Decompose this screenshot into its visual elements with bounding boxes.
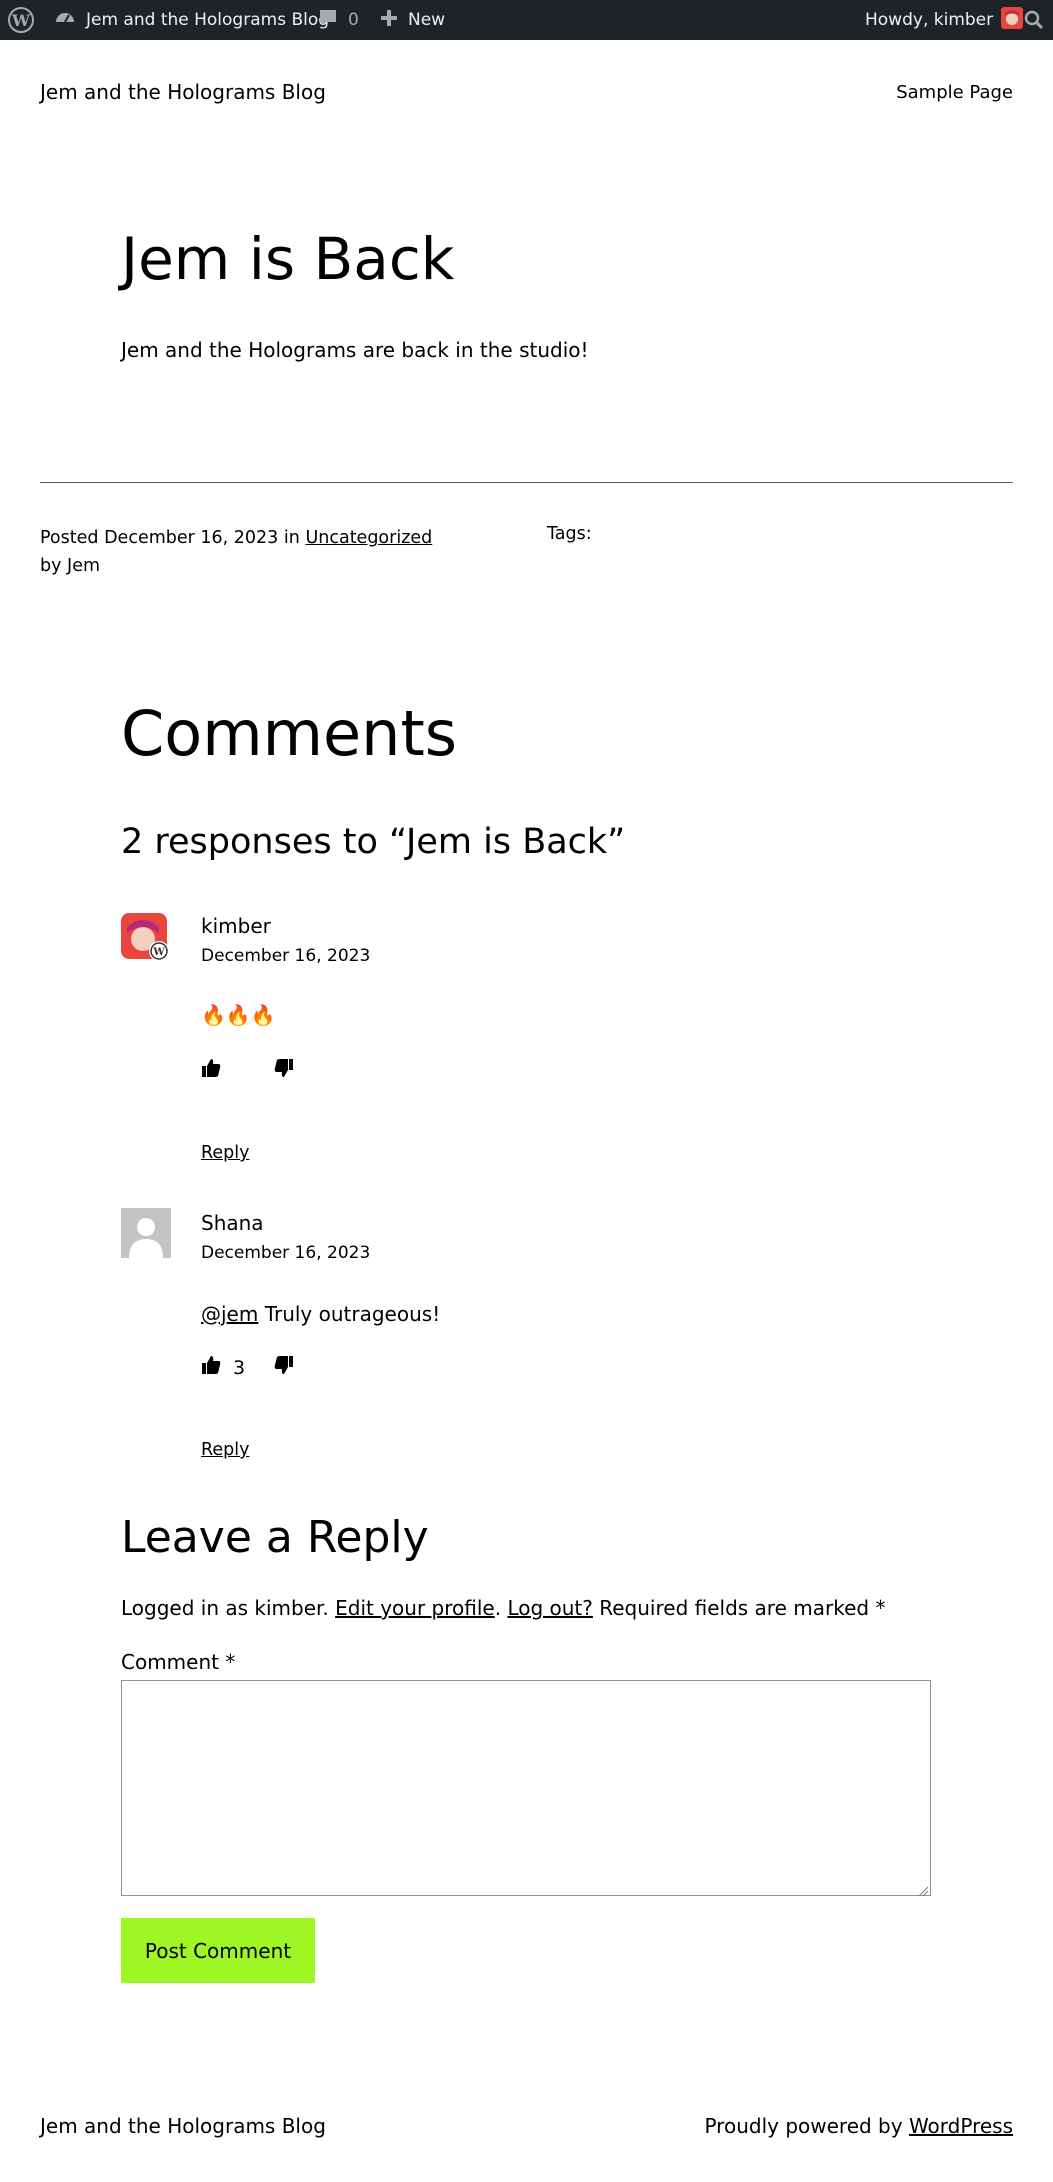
comments-menu[interactable]: 0: [318, 0, 359, 40]
post-author: by Jem: [40, 556, 101, 576]
post-date: December 16, 2023: [104, 528, 279, 548]
search-icon[interactable]: [1024, 0, 1044, 40]
post-meta: Posted December 16, 2023 in Uncategorize…: [40, 524, 432, 580]
comment-avatar: [121, 1208, 171, 1262]
nav-item-sample-page[interactable]: Sample Page: [896, 82, 1013, 103]
required-star: *: [875, 1596, 886, 1620]
reply-link[interactable]: Reply: [201, 1143, 249, 1163]
responses-heading: 2 responses to “Jem is Back”: [121, 822, 626, 862]
default-avatar-icon: [121, 1208, 171, 1258]
svg-text:W: W: [11, 11, 31, 30]
posted-prefix: Posted: [40, 528, 99, 548]
category-link[interactable]: Uncategorized: [305, 528, 432, 548]
comment-author[interactable]: Shana: [201, 1211, 264, 1235]
period: .: [494, 1596, 502, 1620]
reply-heading: Leave a Reply: [121, 1512, 429, 1563]
thumbs-up-icon[interactable]: [201, 1355, 221, 1380]
comment-avatar: W: [121, 913, 171, 967]
edit-profile-link[interactable]: Edit your profile: [335, 1596, 495, 1620]
kimber-avatar-icon: W: [121, 913, 169, 961]
logout-link[interactable]: Log out?: [507, 1596, 592, 1620]
logged-in-prefix: Logged in as kimber.: [121, 1596, 336, 1620]
admin-bar: W Jem and the Holograms Blog 0 New Howdy…: [0, 0, 1053, 40]
svg-text:W: W: [152, 947, 165, 958]
thumbs-up-icon[interactable]: [201, 1058, 221, 1083]
dashboard-icon: [54, 7, 76, 34]
resize-handle-icon[interactable]: [918, 1882, 929, 1901]
comment-icon: [318, 8, 338, 33]
site-title[interactable]: Jem and the Holograms Blog: [40, 80, 326, 104]
user-avatar-small: [1001, 6, 1024, 34]
post-content: Jem and the Holograms are back in the st…: [121, 338, 589, 362]
like-count: 3: [233, 1356, 246, 1379]
powered-prefix: Proudly powered by: [704, 2114, 909, 2138]
my-account-menu[interactable]: Howdy, kimber: [865, 0, 1024, 40]
comment-date[interactable]: December 16, 2023: [201, 1243, 370, 1263]
mention-link[interactable]: @jem: [201, 1302, 258, 1326]
new-label: New: [408, 10, 446, 30]
comment-text: @jem Truly outrageous!: [201, 1302, 440, 1326]
comment-count: 0: [348, 10, 359, 30]
wordpress-link[interactable]: WordPress: [909, 2114, 1013, 2138]
reply-link[interactable]: Reply: [201, 1440, 249, 1460]
footer-site-title[interactable]: Jem and the Holograms Blog: [40, 2114, 326, 2138]
plus-icon: [380, 9, 398, 32]
comments-heading: Comments: [121, 697, 458, 770]
footer-credit: Proudly powered by WordPress: [704, 2114, 1013, 2138]
comment-body: Truly outrageous!: [258, 1302, 441, 1326]
thumbs-down-icon[interactable]: [274, 1355, 294, 1380]
comment-textarea[interactable]: [121, 1680, 931, 1896]
howdy-text: Howdy, kimber: [865, 10, 994, 30]
comment-author[interactable]: kimber: [201, 914, 271, 938]
post-title: Jem is Back: [121, 225, 455, 293]
required-note: Required fields are marked: [592, 1596, 876, 1620]
thumbs-down-icon[interactable]: [274, 1058, 294, 1083]
comment-text: 🔥🔥🔥: [201, 1003, 276, 1027]
wordpress-logo-icon[interactable]: W: [8, 0, 34, 40]
tags-label: Tags:: [547, 524, 592, 544]
new-content-menu[interactable]: New: [380, 0, 445, 40]
in-word: in: [283, 528, 300, 548]
comment-votes: 3: [201, 1355, 294, 1380]
admin-site-name: Jem and the Holograms Blog: [86, 10, 330, 30]
site-menu[interactable]: Jem and the Holograms Blog: [54, 0, 329, 40]
comment-date[interactable]: December 16, 2023: [201, 946, 370, 966]
logged-in-as: Logged in as kimber. Edit your profile. …: [121, 1596, 885, 1620]
comment-votes: [201, 1058, 294, 1083]
post-comment-button[interactable]: Post Comment: [121, 1918, 315, 1983]
comment-label: Comment *: [121, 1650, 236, 1674]
separator: [40, 482, 1013, 483]
